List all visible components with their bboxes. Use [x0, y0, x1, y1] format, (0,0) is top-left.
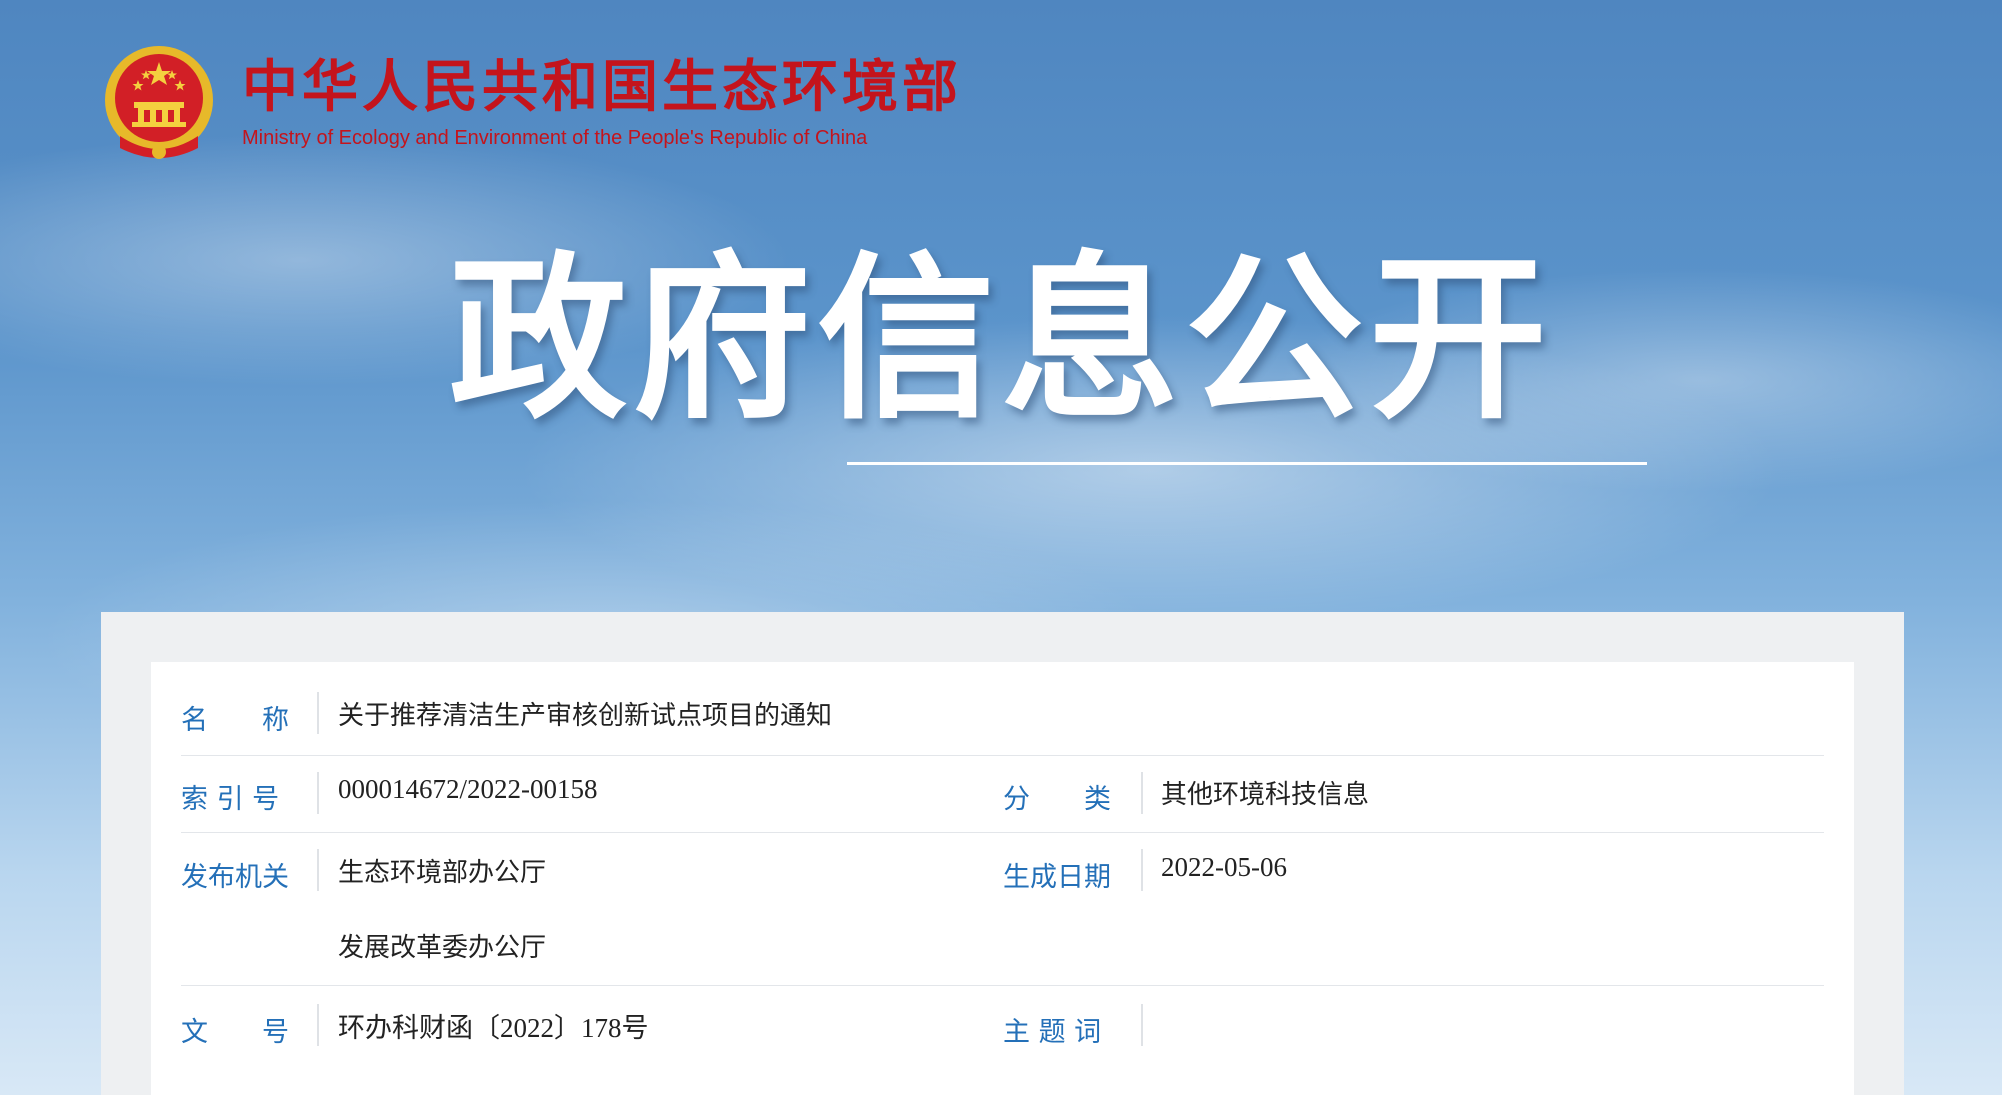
hero-underline — [847, 462, 1647, 465]
info-row-index: 索 引 号 000014672/2022-00158 分 类 其他环境科技信息 — [181, 756, 1824, 833]
date-label: 生成日期 — [1003, 862, 1111, 893]
hero-banner: 政府信息公开 — [0, 236, 2002, 465]
index-label: 索 引 号 — [181, 784, 280, 815]
info-row-docno: 文 号 环办科财函〔2022〕178号 主 题 词 — [181, 986, 1824, 1066]
hero-title: 政府信息公开 — [449, 236, 1553, 443]
date-value: 2022-05-06 — [1161, 852, 1287, 882]
info-table: 名 称 关于推荐清洁生产审核创新试点项目的通知 索 引 号 000014672/… — [151, 662, 1854, 1095]
divider — [1141, 849, 1143, 891]
name-label: 名 称 — [181, 705, 289, 736]
docno-value: 环办科财函〔2022〕178号 — [338, 1013, 649, 1043]
divider — [317, 1004, 319, 1046]
issuer-label: 发布机关 — [181, 862, 289, 893]
name-value: 关于推荐清洁生产审核创新试点项目的通知 — [338, 701, 833, 731]
divider — [1141, 1004, 1143, 1046]
issuer-value-2: 发展改革委办公厅 — [338, 933, 547, 963]
category-value: 其他环境科技信息 — [1161, 780, 1370, 810]
site-header: 中华人民共和国生态环境部 Ministry of Ecology and Env… — [100, 40, 962, 168]
issuer-value-1: 生态环境部办公厅 — [338, 858, 547, 888]
docno-label: 文 号 — [181, 1017, 289, 1048]
site-title-en[interactable]: Ministry of Ecology and Environment of t… — [242, 124, 962, 152]
national-emblem-icon[interactable] — [100, 40, 218, 168]
divider — [1141, 772, 1143, 814]
keywords-label: 主 题 词 — [1003, 1017, 1102, 1048]
info-row-name: 名 称 关于推荐清洁生产审核创新试点项目的通知 — [181, 662, 1824, 756]
divider — [317, 692, 319, 734]
divider — [317, 849, 319, 891]
site-title-cn[interactable]: 中华人民共和国生态环境部 — [242, 56, 962, 120]
info-row-issuer: 发布机关 生态环境部办公厅 发展改革委办公厅 生成日期 2022-05-06 — [181, 833, 1824, 986]
index-value: 000014672/2022-00158 — [338, 774, 598, 804]
divider — [317, 772, 319, 814]
info-panel: 名 称 关于推荐清洁生产审核创新试点项目的通知 索 引 号 000014672/… — [101, 612, 1904, 1095]
category-label: 分 类 — [1003, 784, 1111, 815]
